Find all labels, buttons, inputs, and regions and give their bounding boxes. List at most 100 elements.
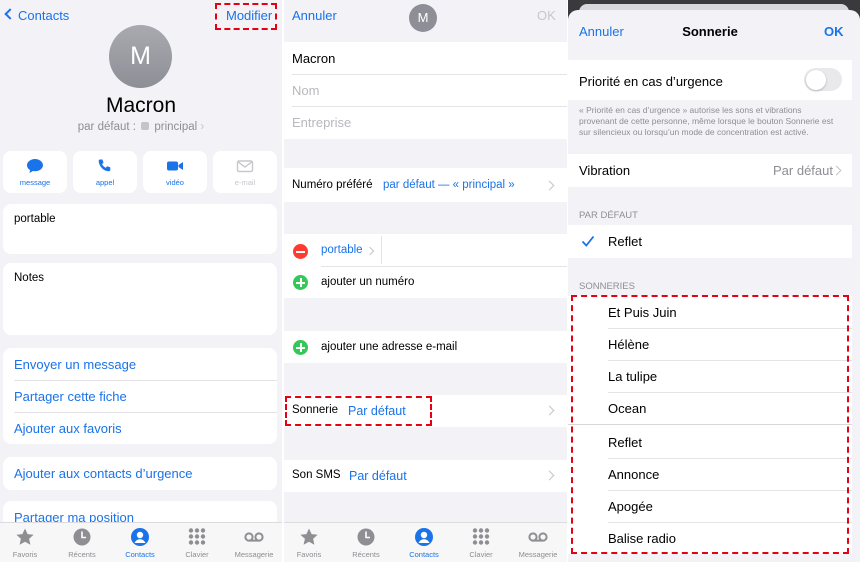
video-action-button[interactable]: vidéo <box>143 151 207 193</box>
call-action-button[interactable]: appel <box>73 151 137 193</box>
vibration-value: Par défaut <box>773 163 833 178</box>
add-number-icon[interactable] <box>293 275 308 290</box>
contact-card-panel: Contacts Modifier M Macron par défaut : … <box>0 0 282 562</box>
add-email-icon <box>293 340 308 355</box>
back-to-contacts-button[interactable]: Contacts <box>18 8 69 23</box>
edit-button-highlight <box>215 3 277 30</box>
toggle-knob <box>805 69 826 90</box>
tab-keypad[interactable]: Clavier <box>169 523 225 562</box>
voicemail-icon <box>528 532 548 542</box>
add-email-label: ajouter une adresse e-mail <box>321 341 458 353</box>
sms-sound-label: Son SMS <box>292 469 341 481</box>
add-emergency-contact-link[interactable]: Ajouter aux contacts d’urgence <box>14 466 193 481</box>
ringtones-section-header: SONNERIES <box>579 281 635 292</box>
message-action-label: message <box>19 178 51 187</box>
divider <box>381 236 382 264</box>
divider <box>292 106 567 107</box>
divider <box>14 380 277 381</box>
person-icon <box>131 528 149 546</box>
tab-favorites[interactable]: Favoris <box>0 523 53 562</box>
email-action-button: e-mail <box>213 151 277 193</box>
email-action-label: e-mail <box>234 178 256 187</box>
tab-contacts[interactable]: Contacts <box>112 523 168 562</box>
chevron-right-icon <box>365 246 375 256</box>
tab-favorites[interactable]: Favoris <box>284 523 337 562</box>
voicemail-icon <box>244 532 264 542</box>
preferred-number-label: Numéro préféré <box>292 179 373 191</box>
clock-icon <box>73 528 91 546</box>
emergency-priority-label: Priorité en cas d’urgence <box>579 74 723 89</box>
chevron-right-icon <box>544 180 555 191</box>
add-email-row[interactable]: ajouter une adresse e-mail <box>284 331 567 363</box>
checkmark-icon <box>581 235 595 247</box>
tab-recents[interactable]: Récents <box>338 523 394 562</box>
contact-name: Macron <box>105 94 177 117</box>
chevron-right-icon <box>544 405 555 416</box>
tab-recents[interactable]: Récents <box>54 523 110 562</box>
emergency-priority-row: Priorité en cas d’urgence <box>568 60 852 100</box>
share-contact-link[interactable]: Partager cette fiche <box>14 389 127 404</box>
remove-number-icon[interactable] <box>293 244 308 259</box>
phone-type-label: portable <box>14 213 56 225</box>
default-ringtone-row[interactable]: Reflet <box>568 225 852 258</box>
default-number-subtitle[interactable]: par défaut : principal › <box>0 121 282 133</box>
preferred-number-value: par défaut — « principal » <box>383 179 515 191</box>
avatar-initial: M <box>417 10 429 25</box>
notes-card[interactable]: Notes <box>3 263 277 335</box>
video-icon <box>167 161 183 171</box>
avatar[interactable]: M <box>109 25 172 88</box>
sim-icon <box>141 122 150 130</box>
clock-icon <box>357 528 375 546</box>
star-icon <box>300 528 318 545</box>
phone-icon <box>98 159 111 172</box>
divider <box>14 412 277 413</box>
subtitle-value: principal <box>154 121 198 133</box>
tab-label: Contacts <box>125 550 155 559</box>
preferred-number-row[interactable]: Numéro préféré par défaut — « principal … <box>284 168 567 202</box>
ok-button[interactable]: OK <box>824 24 844 39</box>
keypad-icon <box>472 528 490 545</box>
sms-sound-row[interactable]: Son SMS Par défaut <box>284 460 567 492</box>
ringtones-highlight <box>571 295 849 554</box>
add-number-button[interactable]: ajouter un numéro <box>321 276 414 288</box>
subtitle-prefix: par défaut : <box>77 121 136 133</box>
tab-label: Favoris <box>12 550 38 559</box>
tab-contacts[interactable]: Contacts <box>396 523 452 562</box>
cancel-button[interactable]: Annuler <box>292 8 337 23</box>
mail-icon <box>236 160 254 173</box>
actions-list-card: Envoyer un message Partager cette fiche … <box>3 348 277 444</box>
vibration-label: Vibration <box>579 163 631 178</box>
ok-button[interactable]: OK <box>537 8 556 23</box>
tab-label: Clavier <box>185 550 209 559</box>
name-fields-group: Macron Nom Entreprise <box>284 42 567 139</box>
last-name-field[interactable]: Nom <box>292 83 319 98</box>
chevron-right-icon <box>831 165 842 176</box>
back-chevron-icon[interactable] <box>4 8 16 20</box>
vibration-row[interactable]: Vibration Par défaut <box>568 154 852 187</box>
add-favorites-link[interactable]: Ajouter aux favoris <box>14 421 122 436</box>
keypad-icon <box>188 528 206 545</box>
tab-bar: Favoris Récents Contacts Clavier Message… <box>0 522 282 562</box>
notes-label: Notes <box>14 272 45 284</box>
phone-type-selector[interactable]: portable <box>321 244 363 256</box>
tab-keypad[interactable]: Clavier <box>453 523 509 562</box>
tab-label: Récents <box>68 550 96 559</box>
sheet-title: Sonnerie <box>682 24 738 39</box>
tab-bar: Favoris Récents Contacts Clavier Message… <box>284 522 567 562</box>
chevron-right-icon: › <box>200 121 205 133</box>
edit-contact-panel: Annuler M OK Macron Nom Entreprise Numér… <box>284 0 567 562</box>
tab-voicemail[interactable]: Messagerie <box>510 523 566 562</box>
avatar[interactable]: M <box>409 4 437 32</box>
message-action-button[interactable]: message <box>3 151 67 193</box>
sms-sound-value: Par défaut <box>349 469 407 483</box>
person-icon <box>415 528 433 546</box>
tab-label: Récents <box>352 550 380 559</box>
call-action-label: appel <box>95 178 115 187</box>
send-message-link[interactable]: Envoyer un message <box>14 357 136 372</box>
tab-voicemail[interactable]: Messagerie <box>226 523 282 562</box>
emergency-priority-toggle[interactable] <box>804 68 842 91</box>
phone-number-card[interactable]: portable <box>3 204 277 254</box>
company-field[interactable]: Entreprise <box>292 115 351 130</box>
first-name-field[interactable]: Macron <box>292 51 335 66</box>
default-ringtone-label: Reflet <box>608 234 642 249</box>
